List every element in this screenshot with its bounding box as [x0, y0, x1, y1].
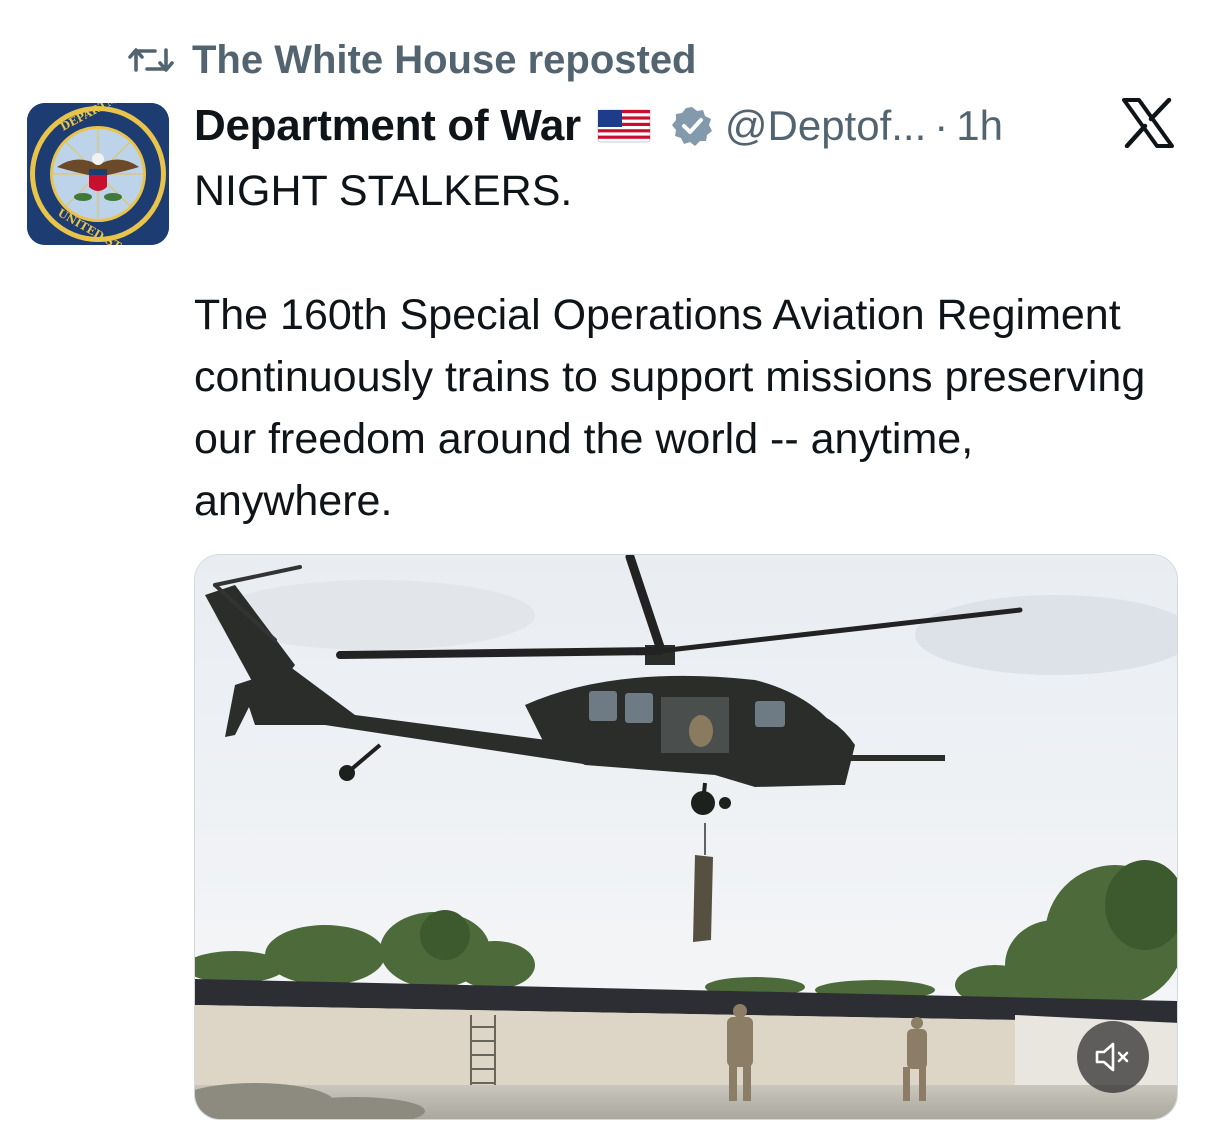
us-flag-icon — [597, 108, 651, 144]
tweet-text-paragraph: The 160th Special Operations Aviation Re… — [194, 291, 1146, 525]
author-handle[interactable]: @Deptof... — [725, 102, 926, 150]
muted-speaker-icon — [1095, 1042, 1129, 1072]
repost-indicator[interactable]: The White House reposted — [128, 36, 697, 84]
meta-separator: · — [934, 102, 949, 149]
tweet-body: NIGHT STALKERS. The 160th Special Operat… — [194, 160, 1174, 532]
mute-toggle-button[interactable] — [1077, 1021, 1149, 1093]
tweet-text-line: NIGHT STALKERS. — [194, 167, 573, 215]
repost-icon — [128, 42, 174, 78]
department-seal-avatar[interactable]: DEPARTMENT OF WAR UNITED STATES OF AMERI… — [27, 103, 169, 245]
repost-label: The White House reposted — [192, 37, 697, 82]
tweet-header: Department of War @Deptof... · 1h — [194, 98, 1003, 154]
x-logo-icon — [1122, 97, 1174, 149]
video-player[interactable] — [194, 554, 1178, 1120]
verified-badge-icon[interactable] — [671, 105, 713, 147]
post-timestamp[interactable]: 1h — [956, 102, 1003, 150]
author-display-name[interactable]: Department of War — [194, 101, 581, 151]
